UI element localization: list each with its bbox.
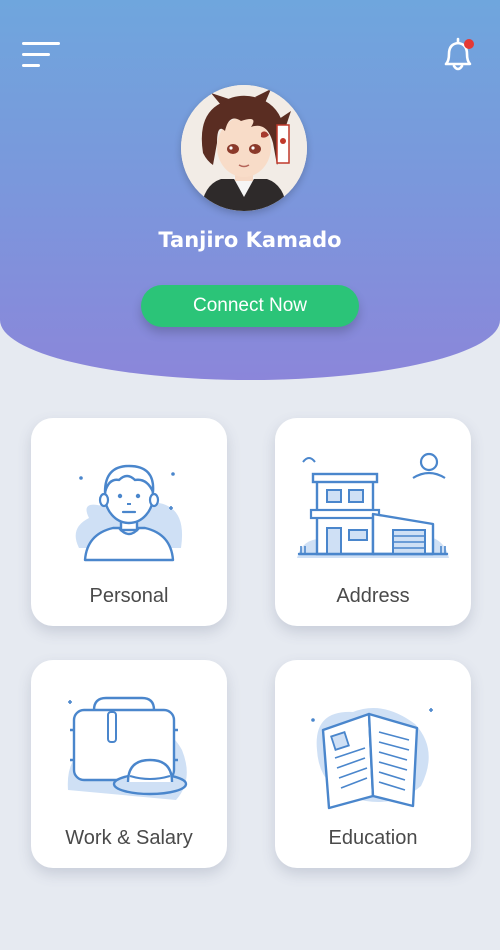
notification-badge [464, 39, 474, 49]
card-label: Address [336, 585, 410, 607]
card-work-salary[interactable]: Work & Salary [31, 660, 227, 868]
person-icon [75, 464, 183, 562]
card-address[interactable]: Address [275, 418, 471, 626]
card-label: Personal [89, 585, 169, 607]
connect-now-button[interactable]: Connect Now [141, 285, 359, 327]
house-icon [297, 452, 449, 558]
briefcase-icon [67, 696, 188, 800]
card-personal[interactable]: Personal [31, 418, 227, 626]
open-book-icon [311, 708, 433, 810]
profile-header: Tanjiro Kamado Connect Now [0, 0, 500, 380]
card-label: Work & Salary [65, 827, 193, 849]
card-education[interactable]: Education [275, 660, 471, 868]
bell-icon[interactable] [438, 34, 478, 76]
card-label: Education [328, 827, 418, 849]
profile-name: Tanjiro Kamado [158, 228, 342, 252]
avatar[interactable] [181, 85, 307, 211]
hamburger-menu-icon[interactable] [22, 42, 62, 72]
